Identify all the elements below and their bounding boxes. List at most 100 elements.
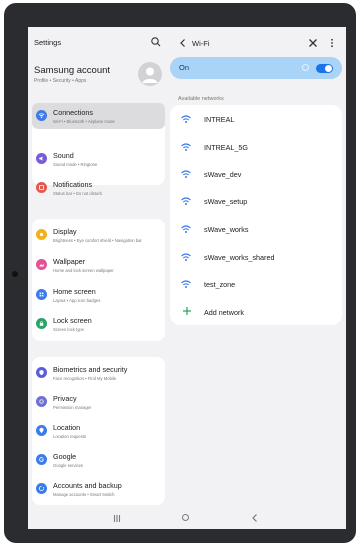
more-options-icon[interactable]: [327, 38, 337, 48]
network-name: sWave_works_shared: [204, 253, 275, 262]
location-icon: [36, 425, 47, 436]
network-name: INTREAL: [204, 115, 235, 124]
sidebar-item-subtitle: Google services: [53, 463, 84, 468]
home-icon[interactable]: [182, 514, 189, 521]
sidebar-item-label: Home screen: [53, 287, 96, 296]
sidebar-item-connections[interactable]: Connections Wi-Fi • Bluetooth • Airplane…: [32, 103, 165, 129]
sidebar-item-label: Location: [53, 423, 81, 432]
sidebar-item-label: Biometrics and security: [53, 365, 128, 374]
accounts-icon: [36, 483, 47, 494]
sidebar-item-subtitle: Screen lock type: [53, 327, 84, 332]
display-icon: [36, 229, 47, 240]
add-network-button[interactable]: Add network: [170, 300, 342, 324]
sidebar-item-subtitle: Brightness • Eye comfort shield • Naviga…: [53, 238, 142, 243]
wifi-lock-icon: [181, 170, 191, 178]
wifi-toggle-label: On: [179, 63, 190, 72]
sidebar-item-label: Wallpaper: [53, 257, 86, 266]
network-item[interactable]: sWave_works_shared: [170, 245, 342, 269]
sidebar-item-label: Notifications: [53, 180, 93, 189]
wifi-icon: [36, 110, 47, 121]
sidebar-item-subtitle: Manage accounts • Smart Switch: [53, 492, 115, 497]
sidebar-item-label: Google: [53, 452, 77, 461]
add-network-label: Add network: [204, 308, 244, 317]
sidebar-item-label: Sound: [53, 151, 74, 160]
network-item[interactable]: test_zone: [170, 272, 342, 296]
network-item[interactable]: sWave_dev: [170, 162, 342, 186]
wifi-lock-icon: [181, 280, 191, 288]
sidebar-item-label: Lock screen: [53, 316, 92, 325]
lock-icon: [36, 318, 47, 329]
network-item[interactable]: INTREAL: [170, 107, 342, 131]
back-arrow-icon[interactable]: [178, 38, 188, 48]
sidebar-item-label: Connections: [53, 108, 93, 117]
settings-pane: Settings Samsung account Profile • Secur…: [28, 27, 166, 505]
network-name: sWave_dev: [204, 170, 242, 179]
network-name: INTREAL_5G: [204, 143, 248, 152]
shield-icon: [36, 367, 47, 378]
sidebar-item-subtitle: Permission manager: [53, 405, 92, 410]
tablet-frame: Settings Samsung account Profile • Secur…: [4, 3, 356, 543]
sidebar-item-google[interactable]: Google Google services: [32, 447, 165, 473]
wifi-toggle-switch[interactable]: [316, 64, 333, 73]
back-icon[interactable]: [250, 513, 260, 523]
person-icon: [142, 67, 158, 83]
sidebar-item-label: Privacy: [53, 394, 77, 403]
network-item[interactable]: INTREAL_5G: [170, 135, 342, 159]
network-name: sWave_works: [204, 225, 249, 234]
google-icon: [36, 454, 47, 465]
available-networks-label: Available networks: [178, 96, 224, 102]
sidebar-item-location[interactable]: Location Location requests: [32, 418, 165, 444]
privacy-icon: [36, 396, 47, 407]
wifi-toggle-bar[interactable]: On: [170, 57, 342, 79]
wifi-title: Wi-Fi: [192, 39, 210, 48]
sidebar-item-subtitle: Face recognition • Find My Mobile: [53, 376, 117, 381]
sidebar-item-biometrics[interactable]: Biometrics and security Face recognition…: [32, 360, 165, 386]
wifi-lock-icon: [181, 115, 191, 123]
wifi-pane: Wi-Fi On Available networks INTREAL INTR…: [170, 27, 344, 505]
avatar[interactable]: [138, 62, 162, 86]
wallpaper-icon: [36, 259, 47, 270]
sidebar-item-subtitle: Home and lock screen wallpaper: [53, 268, 114, 273]
settings-group-security: Biometrics and security Face recognition…: [32, 357, 165, 505]
sidebar-item-home-screen[interactable]: Home screen Layout • App icon badges: [32, 282, 165, 308]
home-screen-icon: [36, 289, 47, 300]
settings-title: Settings: [34, 38, 62, 47]
front-camera: [12, 271, 18, 277]
notification-icon: [36, 182, 47, 193]
account-name: Samsung account: [34, 65, 111, 76]
network-item[interactable]: sWave_setup: [170, 189, 342, 213]
sidebar-item-accounts-backup[interactable]: Accounts and backup Manage accounts • Sm…: [32, 476, 165, 502]
sidebar-item-notifications[interactable]: Notifications Status bar • Do not distur…: [32, 175, 165, 201]
wifi-header: Wi-Fi: [170, 35, 344, 51]
toggle-knob: [325, 65, 332, 72]
wifi-icon: [181, 197, 191, 205]
toggle-divider: [302, 64, 309, 71]
account-subtitle: Profile • Security • Apps: [34, 78, 87, 84]
wifi-lock-icon: [181, 143, 191, 151]
sidebar-item-label: Display: [53, 227, 77, 236]
sidebar-item-subtitle: Layout • App icon badges: [53, 298, 101, 303]
network-item[interactable]: sWave_works: [170, 217, 342, 241]
settings-group-connectivity: Connections Wi-Fi • Bluetooth • Airplane…: [32, 103, 165, 196]
sidebar-item-sound[interactable]: Sound Sound mode • Ringtone: [32, 146, 165, 172]
wifi-lock-icon: [181, 225, 191, 233]
navigation-bar: [28, 509, 346, 529]
samsung-account[interactable]: Samsung account Profile • Security • App…: [34, 61, 162, 91]
qr-scan-icon[interactable]: [308, 38, 318, 48]
recent-apps-icon[interactable]: [112, 514, 122, 523]
wifi-lock-icon: [181, 253, 191, 261]
network-list: INTREAL INTREAL_5G sWave_dev sWave_setup…: [170, 105, 342, 325]
sidebar-item-subtitle: Sound mode • Ringtone: [53, 162, 98, 167]
network-name: test_zone: [204, 280, 236, 289]
plus-icon: [183, 307, 191, 315]
sidebar-item-subtitle: Location requests: [53, 434, 87, 439]
sidebar-item-wallpaper[interactable]: Wallpaper Home and lock screen wallpaper: [32, 252, 165, 278]
settings-group-display: Display Brightness • Eye comfort shield …: [32, 219, 165, 341]
search-icon[interactable]: [150, 36, 162, 48]
sidebar-item-display[interactable]: Display Brightness • Eye comfort shield …: [32, 222, 165, 248]
sidebar-item-subtitle: Status bar • Do not disturb: [53, 191, 102, 196]
settings-header: Settings: [34, 36, 162, 50]
network-name: sWave_setup: [204, 197, 248, 206]
sidebar-item-privacy[interactable]: Privacy Permission manager: [32, 389, 165, 415]
sidebar-item-lock-screen[interactable]: Lock screen Screen lock type: [32, 311, 165, 337]
